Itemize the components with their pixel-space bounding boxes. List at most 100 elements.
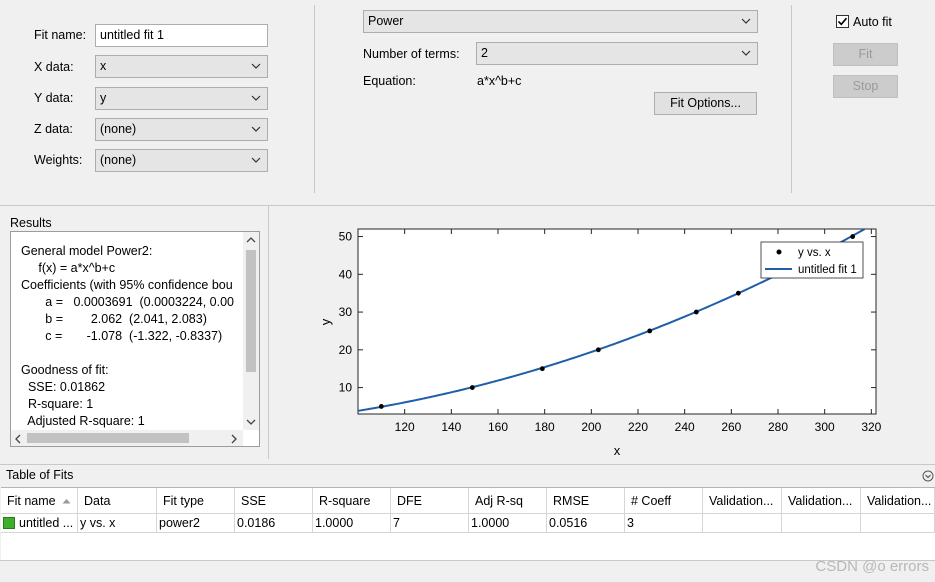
scroll-down-icon[interactable] (246, 418, 256, 426)
column-header-rmse[interactable]: RMSE (547, 488, 625, 514)
results-horizontal-scrollbar[interactable] (11, 430, 243, 446)
model-type-value: Power (368, 14, 404, 28)
y-data-label: Y data: (34, 91, 74, 105)
fit-options-button[interactable]: Fit Options... (654, 92, 757, 115)
data-point (647, 328, 653, 334)
watermark-text: CSDN @o errors (815, 558, 929, 575)
chevron-down-icon (251, 126, 261, 132)
weights-select[interactable]: (none) (95, 149, 268, 172)
table-of-fits-title: Table of Fits (6, 468, 74, 482)
auto-fit-checkbox[interactable] (836, 15, 849, 28)
fit-name-input[interactable]: untitled fit 1 (95, 24, 268, 47)
x-tick-label: 220 (628, 420, 648, 434)
results-line: b = 2.062 (2.041, 2.083) (21, 312, 207, 326)
cell-validation-2 (782, 514, 861, 532)
cell-fit-name: untitled ... (1, 514, 78, 532)
chevron-down-icon (741, 18, 751, 24)
data-point (693, 309, 699, 315)
x-tick-label: 260 (721, 420, 741, 434)
model-type-select[interactable]: Power (363, 10, 758, 33)
chevron-down-icon (251, 63, 261, 69)
data-point (735, 290, 741, 296)
top-divider-left (314, 5, 315, 193)
collapse-panel-icon[interactable] (922, 470, 934, 482)
column-header-validation-1[interactable]: Validation... (703, 488, 782, 514)
results-plot-divider (268, 206, 269, 459)
y-tick-label: 10 (339, 381, 353, 395)
cell-text: untitled ... (19, 516, 74, 530)
fit-button[interactable]: Fit (833, 43, 898, 66)
y-tick-label: 30 (339, 305, 353, 319)
legend-marker-points (776, 249, 782, 255)
weights-label: Weights: (34, 153, 83, 167)
plot-legend[interactable]: y vs. x untitled fit 1 (760, 241, 864, 279)
legend-label-points: y vs. x (798, 247, 831, 259)
fit-name-label: Fit name: (34, 28, 87, 42)
column-header-fit-type[interactable]: Fit type (157, 488, 235, 514)
results-text-area[interactable]: General model Power2: f(x) = a*x^b+c Coe… (10, 231, 260, 447)
scroll-right-icon[interactable] (230, 434, 238, 444)
scroll-up-icon[interactable] (246, 236, 256, 244)
z-data-value: (none) (100, 122, 137, 136)
results-line: Adjusted R-square: 1 (21, 414, 145, 428)
cell-rmse: 0.0516 (547, 514, 625, 532)
legend-label-fit: untitled fit 1 (798, 264, 857, 276)
cell-data: y vs. x (78, 514, 157, 532)
data-point (469, 385, 475, 390)
equation-label: Equation: (363, 74, 416, 88)
top-section-divider (0, 205, 935, 206)
auto-fit-label: Auto fit (853, 15, 892, 29)
stop-button[interactable]: Stop (833, 75, 898, 98)
table-row-divider (1, 532, 935, 533)
column-header-fit-name[interactable]: Fit name (1, 488, 78, 514)
x-tick-label: 180 (535, 420, 555, 434)
fit-status-icon (3, 517, 15, 529)
weights-value: (none) (100, 153, 137, 167)
x-tick-label: 140 (441, 420, 461, 434)
results-line: c = -1.078 (-1.322, -0.8337) (21, 329, 223, 343)
column-header-dfe[interactable]: DFE (391, 488, 469, 514)
results-line: a = 0.0003691 (0.0003224, 0.00 (21, 295, 235, 309)
column-header-validation-3[interactable]: Validation... (861, 488, 935, 514)
y-axis-label: y (318, 318, 333, 325)
results-line: SSE: 0.01862 (21, 380, 106, 394)
data-point (378, 404, 384, 409)
y-tick-label: 50 (339, 230, 353, 244)
num-terms-value: 2 (481, 46, 488, 60)
x-tick-label: 280 (768, 420, 788, 434)
results-vertical-scroll-thumb[interactable] (246, 250, 256, 372)
sort-ascending-icon (62, 499, 71, 504)
x-tick-label: 320 (861, 420, 881, 434)
x-data-select[interactable]: x (95, 55, 268, 78)
column-header-r-square[interactable]: R-square (313, 488, 391, 514)
results-line: Goodness of fit: (21, 363, 109, 377)
data-point (850, 234, 856, 239)
cell-validation-3 (861, 514, 935, 532)
column-header-adj-r-sq[interactable]: Adj R-sq (469, 488, 547, 514)
scroll-left-icon[interactable] (14, 434, 22, 444)
column-header-num-coeff[interactable]: # Coeff (625, 488, 703, 514)
column-header-data[interactable]: Data (78, 488, 157, 514)
num-terms-label: Number of terms: (363, 47, 460, 61)
results-vertical-scrollbar[interactable] (243, 232, 259, 430)
column-header-validation-2[interactable]: Validation... (782, 488, 861, 514)
data-point (539, 366, 545, 372)
results-horizontal-scroll-thumb[interactable] (27, 433, 189, 443)
results-line: General model Power2: (21, 244, 153, 258)
results-title: Results (10, 216, 52, 230)
column-header-sse[interactable]: SSE (235, 488, 313, 514)
num-terms-select[interactable]: 2 (476, 42, 758, 65)
y-data-select[interactable]: y (95, 87, 268, 110)
chevron-down-icon (251, 157, 261, 163)
fit-plot[interactable]: 120 140 160 180 200 220 240 260 280 300 320 10 20 30… (270, 207, 935, 460)
column-header-text: Fit name (7, 494, 56, 508)
chevron-down-icon (741, 50, 751, 56)
z-data-select[interactable]: (none) (95, 118, 268, 141)
z-data-label: Z data: (34, 122, 73, 136)
cell-r-square: 1.0000 (313, 514, 391, 532)
status-bar (0, 560, 935, 582)
x-data-label: X data: (34, 60, 74, 74)
y-data-value: y (100, 91, 107, 105)
cell-fit-type: power2 (157, 514, 235, 532)
cell-validation-1 (703, 514, 782, 532)
